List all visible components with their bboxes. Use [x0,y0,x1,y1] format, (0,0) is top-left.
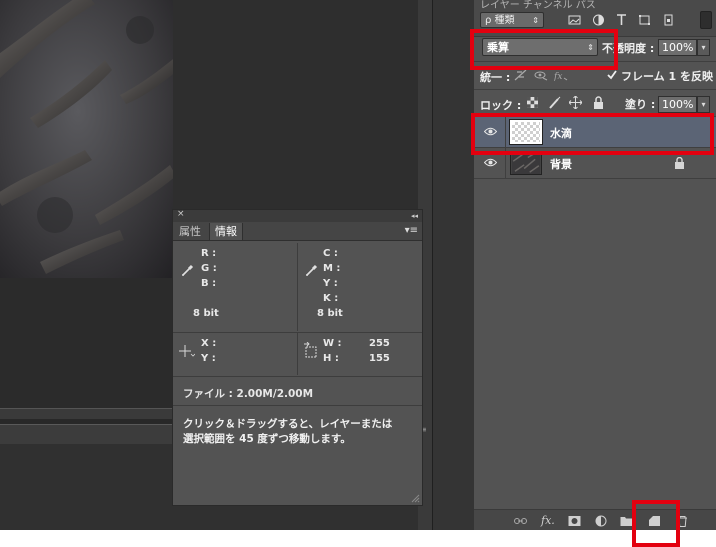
smart-object-filter-icon[interactable] [662,14,675,26]
highlight-layer [471,113,714,155]
divider [173,405,422,406]
lock-icon [675,157,684,169]
size-h-value: 155 [369,353,390,364]
type-filter-icon[interactable] [615,14,628,26]
pos-x-label: X : [201,338,217,349]
shape-filter-icon[interactable] [638,14,651,26]
panel-tabs[interactable]: レイヤー チャンネル パス [480,0,596,11]
canvas-image[interactable] [0,0,173,278]
adjustment-icon[interactable] [595,515,608,527]
panel-tabbar: 属性 情報 ▾≡ [173,222,422,241]
rgb-g-label: G : [201,263,217,274]
lock-position-icon[interactable] [569,96,582,109]
opacity-field[interactable]: 100% [658,39,697,56]
divider [173,376,422,377]
resize-grip-icon[interactable] [410,493,420,503]
image-filter-icon[interactable] [568,14,581,26]
cmyk-c-label: C : [323,248,338,259]
lock-pixels-icon[interactable] [548,96,561,109]
bottom-margin [0,530,716,547]
size-h-label: H : [323,353,339,364]
opacity-dropdown-icon[interactable]: ▾ [697,39,710,56]
selection-size-icon [304,342,317,358]
unify-position-icon[interactable] [514,69,528,81]
link-icon[interactable] [514,515,527,527]
panel-menu-icon[interactable]: ▾≡ [405,225,418,236]
file-size: ファイル : 2.00M/2.00M [183,388,314,400]
cmyk-y-label: Y : [323,278,338,289]
panel-dock-gutter [432,0,475,530]
filter-toggle-switch[interactable] [700,11,712,29]
rgb-depth: 8 bit [193,308,219,319]
crosshair-icon [179,345,195,357]
info-panel: × ◂◂ 属性 情報 ▾≡ R : G : B : 8 bit C : M : … [172,209,423,506]
cmyk-depth: 8 bit [317,308,343,319]
cmyk-m-label: M : [323,263,341,274]
kind-filter-label: ρ 種類 [485,15,515,26]
cmyk-k-label: K : [323,293,339,304]
tool-hint-line: 選択範囲を 45 度ずつ移動します。 [183,433,351,445]
tab-info[interactable]: 情報 [209,223,243,240]
pos-y-label: Y : [201,353,216,364]
lock-transparency-icon[interactable] [526,96,539,109]
fill-dropdown-icon[interactable]: ▾ [697,96,710,113]
unify-visibility-icon[interactable] [534,69,548,81]
eyedropper-icon [306,264,318,276]
kind-filter-select[interactable]: ρ 種類 ⇕ [480,12,544,28]
collapse-icon[interactable]: ◂◂ [411,212,418,220]
tool-hint: クリック＆ドラッグすると、レイヤーまたは 選択範囲を 45 度ずつ移動します。 [183,417,418,447]
fill-field[interactable]: 100% [658,96,697,113]
mask-icon[interactable] [568,515,581,527]
size-w-label: W : [323,338,342,349]
layers-panel: レイヤー チャンネル パス ρ 種類 ⇕ 乗算 ⇕ 不透明度 : 100% ▾ … [474,0,716,531]
unify-label: 統一 : [480,71,511,84]
divider [297,333,298,375]
divider [474,89,716,90]
rgb-b-label: B : [201,278,217,289]
size-w-value: 255 [369,338,390,349]
highlight-new-layer [632,500,680,547]
adjustment-filter-icon[interactable] [592,14,605,26]
layer-name[interactable]: 背景 [550,156,572,172]
fx-icon[interactable]: fx. [541,515,555,527]
rgb-r-label: R : [201,248,217,259]
fill-label: 塗り : [625,98,656,111]
close-icon[interactable]: × [177,209,185,219]
unify-style-icon[interactable]: fx [554,69,568,81]
divider [297,243,298,331]
eyedropper-icon [182,264,194,276]
canvas-pasteboard [173,0,418,209]
lock-all-icon[interactable] [592,96,605,109]
panel-titlebar[interactable]: × ◂◂ [173,209,422,222]
lock-label: ロック : [480,99,522,112]
highlight-blend-mode [470,29,618,70]
propagate-frame-label: フレーム 1 を反映 [621,70,713,83]
eye-icon [484,158,497,167]
svg-text:fx: fx [554,72,562,81]
propagate-frame-checkbox[interactable] [606,69,618,81]
select-arrows-icon: ⇕ [532,16,539,25]
tool-hint-line: クリック＆ドラッグすると、レイヤーまたは [183,418,393,430]
tab-properties[interactable]: 属性 [174,223,206,240]
